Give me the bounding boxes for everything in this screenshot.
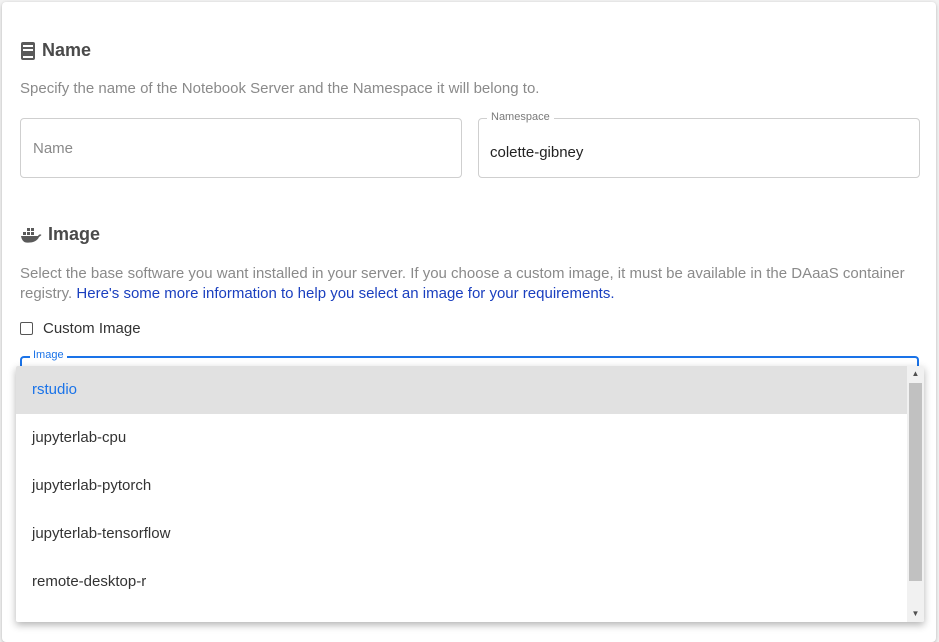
image-option-jupyterlab-cpu[interactable]: jupyterlab-cpu (16, 414, 907, 462)
docker-icon (20, 226, 42, 244)
image-option-jupyterlab-pytorch[interactable]: jupyterlab-pytorch (16, 462, 907, 510)
name-input-placeholder: Name (33, 140, 74, 157)
image-option-rstudio[interactable]: rstudio (16, 366, 907, 414)
dropdown-scrollbar[interactable]: ▲ ▼ (907, 366, 924, 622)
image-help-link[interactable]: Here's some more information to help you… (76, 285, 614, 302)
scroll-thumb[interactable] (909, 383, 922, 581)
name-section-description: Specify the name of the Notebook Server … (20, 80, 540, 97)
scroll-up-icon[interactable]: ▲ (907, 366, 924, 381)
image-section-description: Select the base software you want instal… (20, 264, 910, 304)
name-section-title: Name (20, 40, 91, 61)
namespace-field[interactable]: Namespace colette-gibney (478, 111, 920, 178)
name-section-heading: Name (42, 40, 92, 60)
image-select-label: Image (30, 349, 67, 361)
custom-image-label: Custom Image (43, 320, 141, 337)
namespace-label: Namespace (487, 111, 554, 123)
scroll-down-icon[interactable]: ▼ (907, 606, 924, 621)
image-section-heading: Image (48, 224, 101, 244)
image-dropdown-menu: rstudio jupyterlab-cpu jupyterlab-pytorc… (16, 366, 924, 622)
custom-image-row[interactable]: Custom Image (20, 320, 141, 337)
image-section-title: Image (20, 224, 100, 245)
custom-image-checkbox[interactable] (20, 322, 33, 335)
image-option-jupyterlab-tensorflow[interactable]: jupyterlab-tensorflow (16, 510, 907, 558)
namespace-value: colette-gibney (490, 144, 584, 161)
name-input[interactable]: Name (20, 118, 462, 178)
book-icon (20, 41, 36, 60)
image-option-remote-desktop-r[interactable]: remote-desktop-r (16, 558, 907, 606)
